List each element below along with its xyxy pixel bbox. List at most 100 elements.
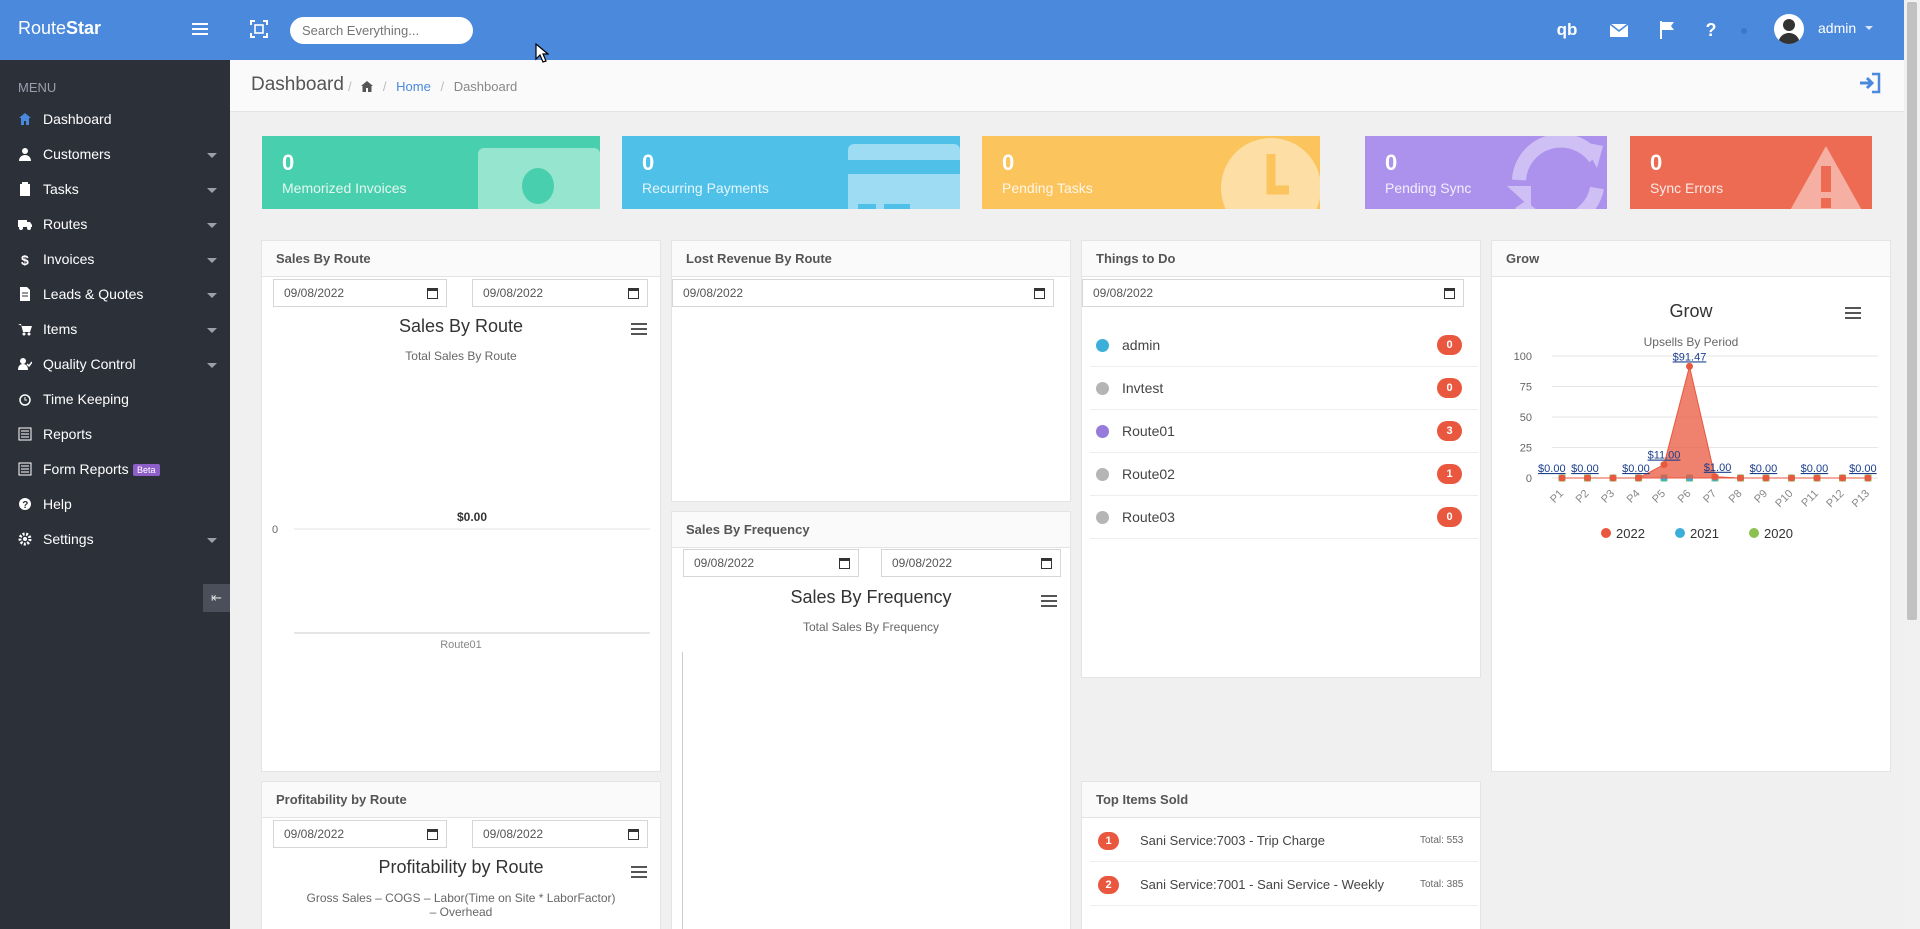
data-label: $1.00 xyxy=(1704,462,1732,474)
chart-menu-button[interactable] xyxy=(1041,595,1057,609)
sidebar-item-items[interactable]: Items xyxy=(0,312,230,347)
sidebar-item-dashboard[interactable]: Dashboard xyxy=(0,102,230,137)
sidebar-item-form-reports[interactable]: Form Reports Beta xyxy=(0,452,230,487)
calendar-icon xyxy=(1041,558,1052,569)
x-tick-label: P1 xyxy=(1548,488,1566,506)
chart-title: Sales By Route xyxy=(398,316,524,336)
sidebar-item-invoices[interactable]: $ Invoices xyxy=(0,242,230,277)
warning-icon xyxy=(1790,146,1862,209)
clock-icon xyxy=(1221,138,1320,209)
flag-icon[interactable] xyxy=(1655,18,1679,42)
list-icon xyxy=(18,462,32,476)
recurring-payments-tile[interactable]: 0 Recurring Payments xyxy=(622,136,960,209)
panel-title: Sales By Route xyxy=(276,251,371,266)
chart-menu-button[interactable] xyxy=(1845,307,1861,321)
lost-revenue-panel: Lost Revenue By Route 09/08/2022 xyxy=(671,240,1071,502)
chart-subtitle: Total Sales By Route xyxy=(405,349,517,363)
sidebar-item-settings[interactable]: Settings xyxy=(0,522,230,557)
start-date-input[interactable]: 09/08/2022 xyxy=(273,279,447,307)
todo-row[interactable]: Invtest 0 xyxy=(1090,367,1478,410)
top-item-row[interactable]: 2 Sani Service:7001 - Sani Service - Week… xyxy=(1090,862,1478,906)
end-date-input[interactable]: 09/08/2022 xyxy=(472,820,648,848)
grow-chart: 0255075100$0.00 $0.00 $0.00$11.00$91.47$1.… xyxy=(1514,351,1878,541)
page-scrollbar[interactable] xyxy=(1904,0,1920,929)
fullscreen-icon[interactable] xyxy=(248,18,270,40)
quickbooks-icon[interactable]: qb xyxy=(1555,18,1579,42)
question-circle-icon: ? xyxy=(19,498,31,511)
start-date-input[interactable]: 09/08/2022 xyxy=(273,820,447,848)
sidebar-item-leads-quotes[interactable]: Leads & Quotes xyxy=(0,277,230,312)
x-axis-label: Route01 xyxy=(440,639,482,651)
count-badge: 3 xyxy=(1437,421,1462,441)
pending-tasks-tile[interactable]: 0 Pending Tasks xyxy=(982,136,1320,209)
data-label: $91.47 xyxy=(1673,351,1707,363)
todo-row[interactable]: admin 0 xyxy=(1090,324,1478,367)
breadcrumb-home-link[interactable]: Home xyxy=(396,79,431,94)
avatar[interactable] xyxy=(1774,14,1804,44)
end-date-input[interactable]: 09/08/2022 xyxy=(472,279,648,307)
sidebar: MENU Dashboard Customers Tasks Routes $ Invoi… xyxy=(0,60,230,929)
collapse-sidebar-button[interactable]: ⇤ xyxy=(203,584,230,612)
start-date-input[interactable]: 09/08/2022 xyxy=(683,549,859,577)
credit-card-icon xyxy=(848,144,960,209)
user-name[interactable]: admin xyxy=(1818,20,1856,36)
data-point-2022 xyxy=(1635,474,1642,482)
sidebar-toggle-button[interactable] xyxy=(190,20,210,38)
pending-sync-tile[interactable]: 0 Pending Sync xyxy=(1365,136,1607,209)
chevron-down-icon xyxy=(207,223,217,228)
alarm-clock-icon xyxy=(19,394,31,406)
brand-logo[interactable]: RouteStar xyxy=(18,18,101,39)
chart-menu-button[interactable] xyxy=(631,866,647,880)
sidebar-item-label: Routes xyxy=(43,216,88,232)
top-item-row[interactable]: 1 Sani Service:7003 - Trip Charge Total: 5… xyxy=(1090,818,1478,862)
sidebar-item-label: Items xyxy=(43,321,78,337)
sidebar-item-routes[interactable]: Routes xyxy=(0,207,230,242)
todo-route-name: Route02 xyxy=(1122,466,1175,482)
rank-badge: 2 xyxy=(1098,876,1119,894)
sidebar-item-customers[interactable]: Customers xyxy=(0,137,230,172)
things-to-do-panel: Things to Do 09/08/2022 admin 0 Invtest 0 Ro… xyxy=(1081,240,1481,678)
panel-title: Top Items Sold xyxy=(1096,792,1189,807)
todo-row[interactable]: Route02 1 xyxy=(1090,453,1478,496)
sidebar-item-quality-control[interactable]: Quality Control xyxy=(0,347,230,382)
chart-menu-button[interactable] xyxy=(631,323,647,337)
sidebar-item-time-keeping[interactable]: Time Keeping xyxy=(0,382,230,417)
chevron-down-icon[interactable] xyxy=(1865,26,1873,30)
chevron-down-icon xyxy=(207,293,217,298)
sales-by-route-chart: 0 $0.00 xyxy=(272,510,650,634)
memorized-invoices-tile[interactable]: 0 Memorized Invoices xyxy=(262,136,600,209)
profitability-panel: Profitability by Route 09/08/2022 09/08/… xyxy=(261,781,661,929)
mail-icon[interactable] xyxy=(1607,18,1631,42)
todo-row[interactable]: Route03 0 xyxy=(1090,496,1478,539)
todo-row[interactable]: Route01 3 xyxy=(1090,410,1478,453)
chevron-down-icon xyxy=(207,363,217,368)
date-input[interactable]: 09/08/2022 xyxy=(1082,279,1464,307)
todo-route-name: Route03 xyxy=(1122,509,1175,525)
sidebar-item-label: Settings xyxy=(43,531,94,547)
chart-title: Sales By Frequency xyxy=(790,587,952,607)
svg-text:$: $ xyxy=(21,252,29,266)
search-input[interactable] xyxy=(290,17,473,44)
home-icon[interactable] xyxy=(361,81,374,92)
help-icon[interactable]: ? xyxy=(1699,18,1723,42)
date-input[interactable]: 09/08/2022 xyxy=(672,279,1054,307)
sidebar-item-reports[interactable]: Reports xyxy=(0,417,230,452)
sidebar-item-help[interactable]: ? Help xyxy=(0,487,230,522)
data-label: $0.00 xyxy=(1571,463,1599,475)
sidebar-item-label: Customers xyxy=(43,146,111,162)
y-tick-label: 75 xyxy=(1520,382,1532,394)
user-icon xyxy=(19,148,31,161)
calendar-icon xyxy=(427,829,438,840)
data-point-2022 xyxy=(1839,474,1846,482)
page-title: Dashboard xyxy=(251,74,344,95)
sync-errors-tile[interactable]: 0 Sync Errors xyxy=(1630,136,1872,209)
sign-in-icon[interactable] xyxy=(1857,70,1883,96)
count-badge: 0 xyxy=(1437,335,1462,355)
chart-subtitle: Total Sales By Frequency xyxy=(802,620,940,634)
end-date-input[interactable]: 09/08/2022 xyxy=(881,549,1061,577)
status-dot xyxy=(1096,468,1109,481)
y-tick-label: 50 xyxy=(1520,412,1532,424)
sidebar-item-tasks[interactable]: Tasks xyxy=(0,172,230,207)
chart-subtitle: Gross Sales – COGS – Labor(Time on Site … xyxy=(306,891,616,905)
sidebar-item-label: Reports xyxy=(43,426,93,442)
